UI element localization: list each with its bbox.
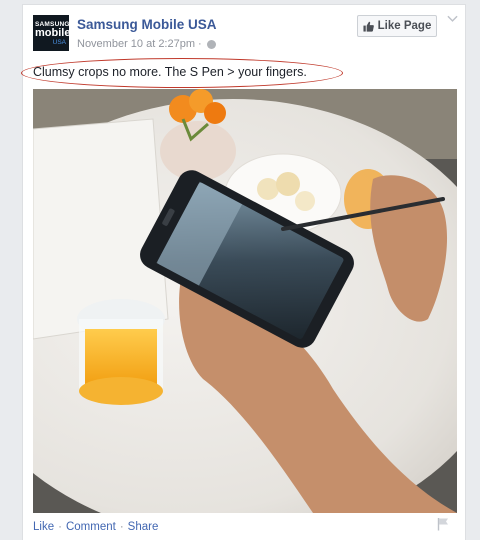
photo-illustration bbox=[33, 89, 457, 513]
avatar-line-2: mobile bbox=[35, 26, 71, 39]
comment-link[interactable]: Comment bbox=[66, 521, 116, 533]
actions-separator: · bbox=[119, 521, 124, 533]
like-page-button[interactable]: Like Page bbox=[357, 15, 437, 37]
thumbs-up-icon bbox=[363, 21, 374, 32]
post-photo[interactable] bbox=[33, 89, 457, 513]
post-caption: Clumsy crops no more. The S Pen > your f… bbox=[33, 65, 307, 79]
post-actions: Like · Comment · Share bbox=[33, 521, 158, 533]
actions-separator: · bbox=[58, 521, 62, 533]
like-link[interactable]: Like bbox=[33, 521, 54, 533]
chevron-down-icon[interactable] bbox=[447, 15, 459, 25]
avatar-line-3: USA bbox=[52, 38, 66, 46]
share-link[interactable]: Share bbox=[128, 521, 159, 533]
page-avatar[interactable]: SAMSUNG mobile USA bbox=[33, 15, 71, 51]
globe-icon bbox=[206, 39, 216, 49]
post-timestamp[interactable]: November 10 at 2:27pm bbox=[77, 38, 195, 50]
page-name-link[interactable]: Samsung Mobile USA bbox=[77, 17, 217, 32]
flag-icon[interactable] bbox=[437, 517, 449, 531]
post-card: SAMSUNG mobile USA Samsung Mobile USA No… bbox=[21, 4, 466, 540]
like-page-label: Like Page bbox=[377, 20, 432, 32]
post-meta: November 10 at 2:27pm · bbox=[77, 38, 216, 50]
meta-separator: · bbox=[198, 38, 202, 50]
